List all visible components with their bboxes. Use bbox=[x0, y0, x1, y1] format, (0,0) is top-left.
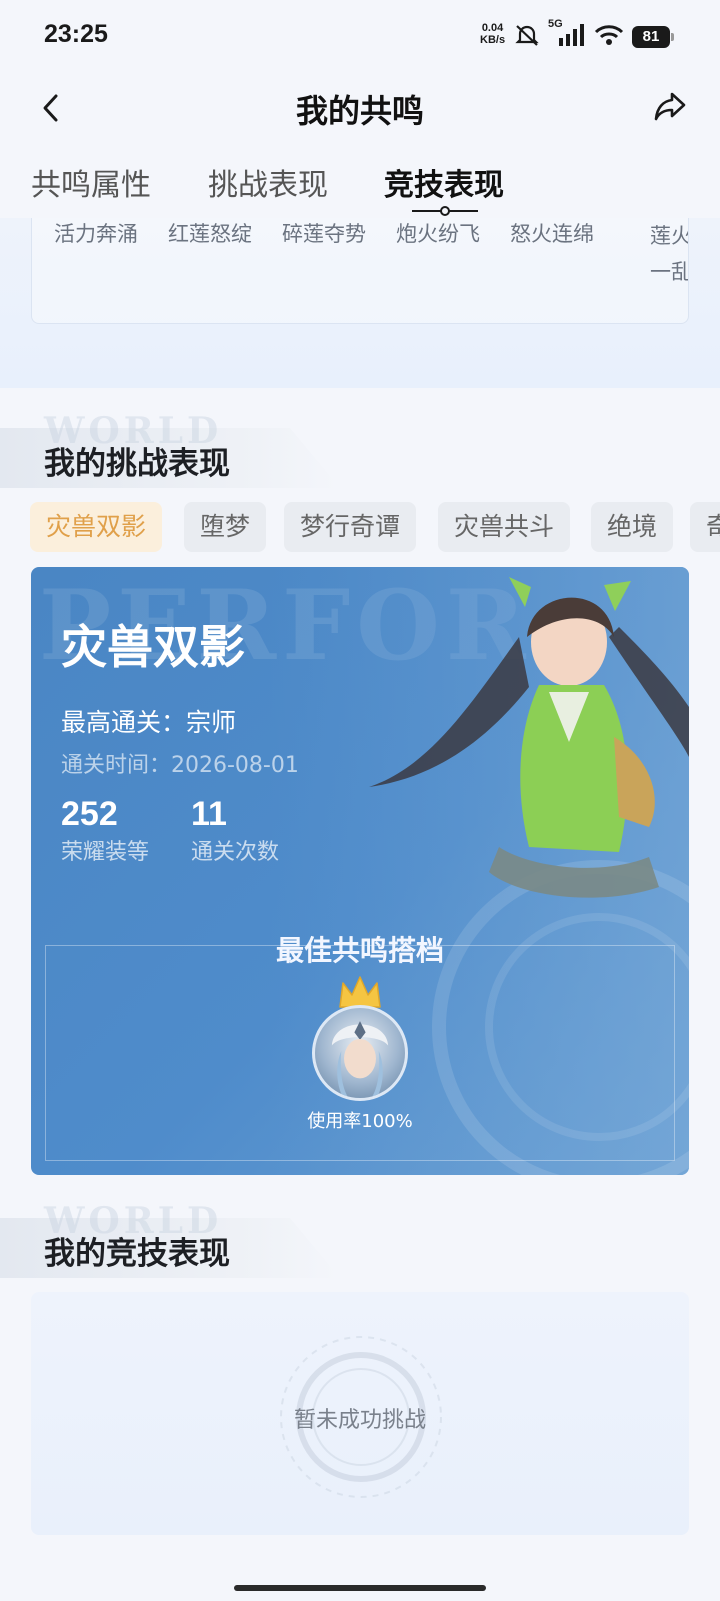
network-speed-value: 0.04 bbox=[481, 22, 504, 34]
stat-clear-count: 11 通关次数 bbox=[191, 795, 279, 866]
skill-label: 红莲怒绽 bbox=[168, 222, 252, 246]
empty-state-text: 暂未成功挑战 bbox=[293, 1408, 426, 1433]
chip-disaster-beast-coop[interactable]: 灾兽共斗 bbox=[438, 502, 571, 552]
chip-partial[interactable]: 奇 bbox=[690, 502, 720, 552]
section-title: 我的挑战表现 bbox=[44, 446, 230, 482]
partner-avatar[interactable] bbox=[312, 1005, 408, 1101]
status-time: 23:25 bbox=[44, 20, 108, 48]
skill-label: 活力奔涌 bbox=[54, 222, 138, 246]
usage-rate: 使用率100% bbox=[307, 1111, 413, 1132]
stat-glory-gear: 252 荣耀装等 bbox=[61, 795, 149, 866]
network-speed: 0.04 KB/s bbox=[480, 22, 505, 46]
competition-section-heading: WORLD 我的竞技表现 bbox=[0, 1200, 340, 1278]
challenge-filter-chips: 灾兽双影 堕梦 梦行奇谭 灾兽共斗 绝境 奇 bbox=[0, 502, 720, 552]
skill-label: 炮火纷飞 bbox=[396, 222, 480, 246]
stat-label: 荣耀装等 bbox=[61, 840, 150, 865]
resonance-skills-panel: 活力奔涌 红莲怒绽 碎莲夺势 炮火纷飞 怒火连绵 莲火一乱 bbox=[0, 218, 720, 388]
chip-fallen-dream[interactable]: 堕梦 bbox=[184, 502, 267, 552]
stat-label: 通关次数 bbox=[191, 840, 280, 865]
status-bar: 23:25 0.04 KB/s 5G 81 bbox=[0, 0, 720, 70]
page-title: 我的共鸣 bbox=[295, 92, 424, 130]
best-partner-title: 最佳共鸣搭档 bbox=[275, 934, 444, 967]
skill-label: 怒火连绵 bbox=[510, 222, 594, 246]
skill-label: 莲火一乱 bbox=[650, 224, 689, 284]
card-title: 灾兽双影 bbox=[61, 620, 245, 674]
section-title: 我的竞技表现 bbox=[44, 1236, 230, 1272]
tab-resonance-attributes[interactable]: 共鸣属性 bbox=[31, 160, 151, 204]
chip-dreamwalk-tale[interactable]: 梦行奇谭 bbox=[284, 502, 417, 552]
stat-value: 252 bbox=[61, 795, 118, 833]
highest-clear: 最高通关：宗师 bbox=[61, 708, 237, 737]
home-indicator[interactable] bbox=[234, 1585, 486, 1591]
chip-disaster-beast-dual[interactable]: 灾兽双影 bbox=[30, 502, 163, 552]
active-tab-indicator bbox=[412, 206, 478, 216]
challenge-card[interactable]: PERFOR 灾兽双影 最高通关：宗师 通关时间：2026-08-01 252 … bbox=[31, 567, 689, 1175]
skill-label: 碎莲夺势 bbox=[282, 222, 366, 246]
partner-portrait-icon bbox=[331, 1021, 389, 1098]
tab-challenge-performance[interactable]: 挑战表现 bbox=[208, 160, 328, 204]
header: 我的共鸣 bbox=[0, 72, 720, 148]
share-button[interactable] bbox=[652, 88, 688, 124]
skills-card: 活力奔涌 红莲怒绽 碎莲夺势 炮火纷飞 怒火连绵 莲火一乱 bbox=[31, 218, 689, 324]
tab-competition-performance[interactable]: 竞技表现 bbox=[384, 160, 504, 204]
competition-empty-panel: 暂未成功挑战 bbox=[31, 1292, 689, 1535]
challenge-section-heading: WORLD 我的挑战表现 bbox=[0, 410, 340, 488]
wifi-icon bbox=[594, 25, 624, 45]
signal-icon bbox=[559, 24, 584, 46]
mute-bell-icon bbox=[515, 25, 539, 46]
clear-time: 通关时间：2026-08-01 bbox=[61, 753, 299, 778]
tab-bar: 共鸣属性 挑战表现 竞技表现 bbox=[0, 160, 720, 220]
stat-value: 11 bbox=[191, 795, 227, 833]
battery-indicator: 81 bbox=[632, 26, 674, 48]
network-speed-unit: KB/s bbox=[480, 34, 506, 46]
chip-desperate-realm[interactable]: 绝境 bbox=[591, 502, 674, 552]
